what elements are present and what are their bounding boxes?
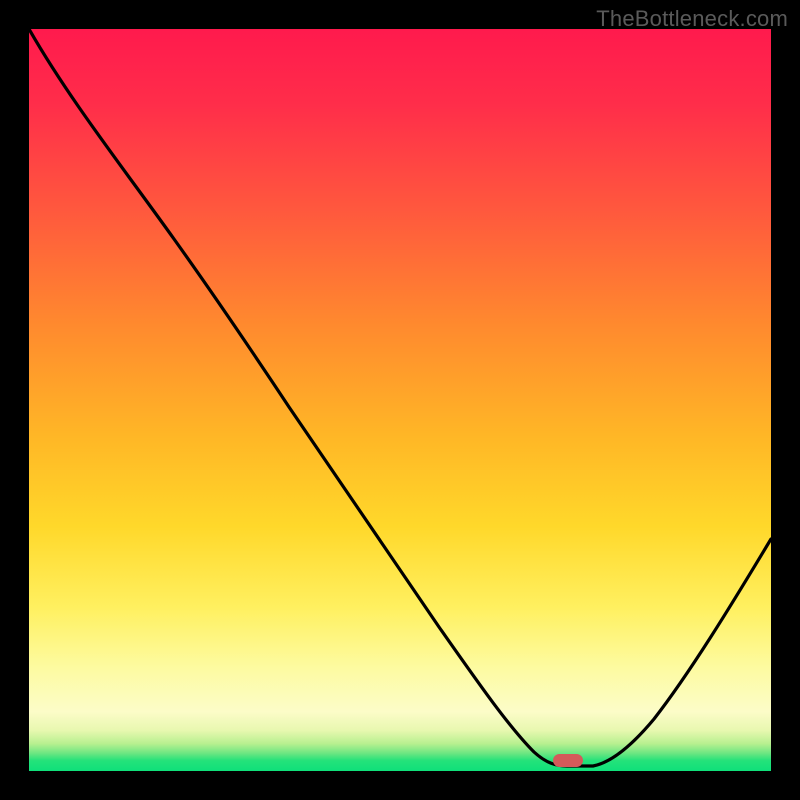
optimum-marker bbox=[553, 754, 583, 767]
attribution-text: TheBottleneck.com bbox=[596, 6, 788, 32]
bottleneck-curve bbox=[29, 29, 771, 766]
chart-frame: TheBottleneck.com bbox=[0, 0, 800, 800]
curve-layer bbox=[29, 29, 771, 771]
